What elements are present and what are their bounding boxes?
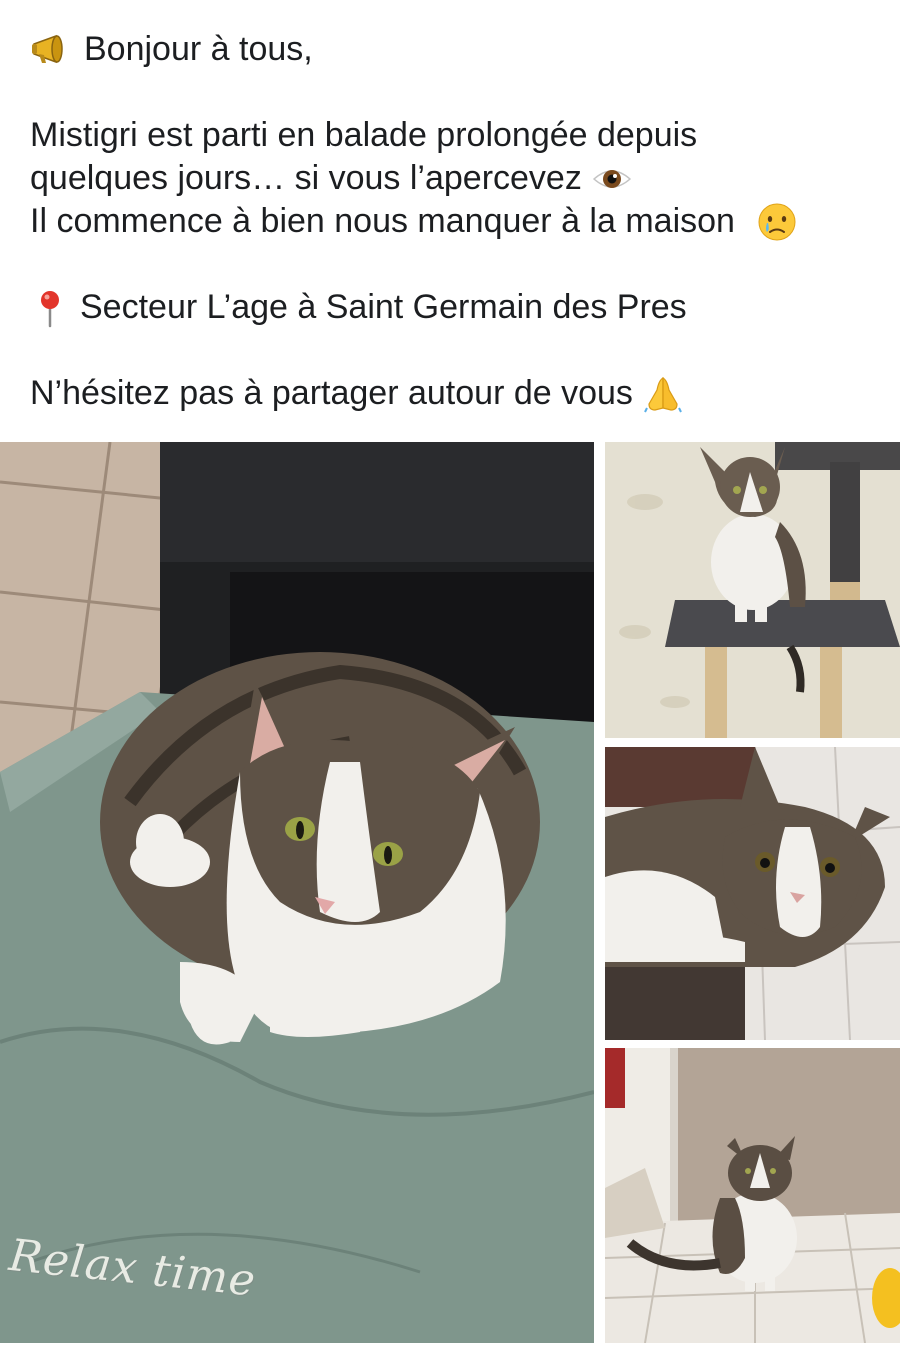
praying-hands-icon [643, 374, 683, 414]
megaphone-icon [30, 30, 70, 70]
pin-icon [30, 288, 70, 328]
main-cat-photo[interactable]: Relax time [0, 442, 594, 1343]
post-line-3-text: Il commence à bien nous manquer à la mai… [30, 202, 735, 240]
cat-tree-photo[interactable] [605, 442, 900, 738]
post-line-3: Il commence à bien nous manquer à la mai… [30, 200, 880, 243]
greeting-line: Bonjour à tous, [30, 28, 880, 71]
post-text: Bonjour à tous, Mistigri est parti en ba… [30, 28, 880, 415]
post-line-2-text: quelques jours… si vous l’apercevez [30, 159, 582, 197]
cat-closeup-photo[interactable] [605, 747, 900, 1040]
sad-tear-face-icon [757, 202, 797, 242]
location-text: Secteur L’age à Saint Germain des Pres [80, 288, 687, 326]
location-line: Secteur L’age à Saint Germain des Pres [30, 286, 880, 329]
cat-floor-photo[interactable] [605, 1048, 900, 1343]
post-line-1: Mistigri est parti en balade prolongée d… [30, 114, 880, 157]
post-line-5: N’hésitez pas à partager autour de vous [30, 372, 880, 415]
eye-icon [592, 159, 632, 199]
post-line-1-text: Mistigri est parti en balade prolongée d… [30, 116, 698, 154]
post-line-2: quelques jours… si vous l’apercevez [30, 157, 880, 200]
post-line-5-text: N’hésitez pas à partager autour de vous [30, 374, 633, 412]
greeting-text: Bonjour à tous, [84, 30, 313, 68]
photo-gallery: Relax time [0, 442, 900, 1361]
